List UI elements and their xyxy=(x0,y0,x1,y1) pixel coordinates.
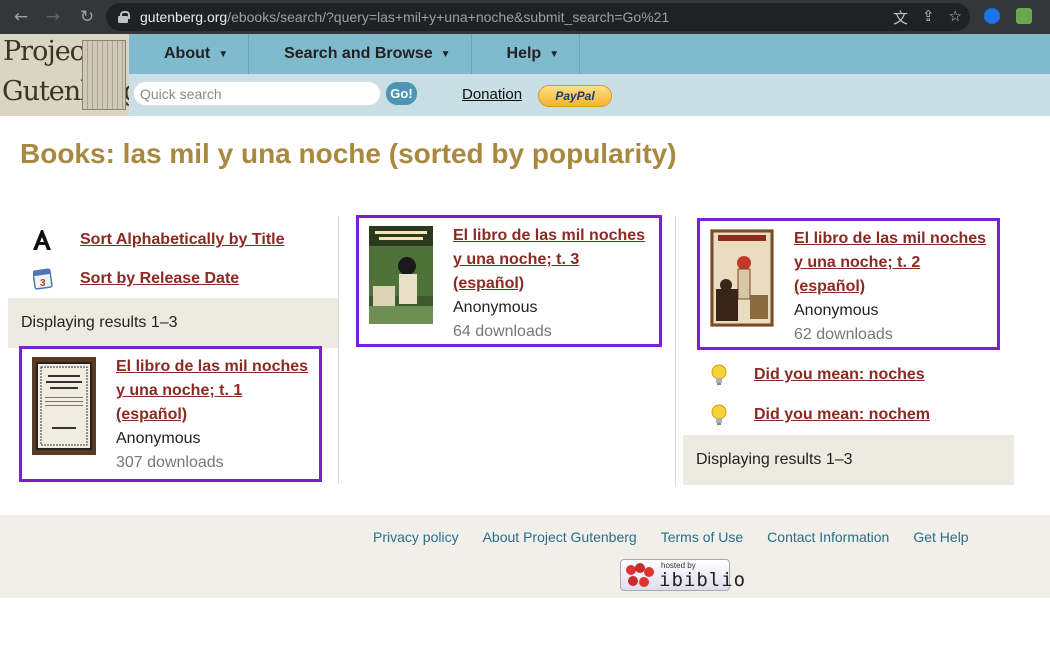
footer-link-contact[interactable]: Contact Information xyxy=(767,529,889,545)
translate-icon[interactable]: 文 xyxy=(893,7,908,28)
extension-icon[interactable] xyxy=(1016,8,1032,24)
caret-down-icon: ▼ xyxy=(218,48,229,60)
reload-icon[interactable]: ↻ xyxy=(74,4,100,30)
book-downloads: 307 downloads xyxy=(116,454,224,471)
column-divider xyxy=(338,216,339,484)
sort-release-link[interactable]: 3 Sort by Release Date xyxy=(33,268,239,290)
footer-link-about[interactable]: About Project Gutenberg xyxy=(483,529,637,545)
browser-toolbar: ← → ↻ gutenberg.org/ebooks/search/?query… xyxy=(0,0,1050,34)
footer-links: Privacy policy About Project Gutenberg T… xyxy=(373,529,993,545)
ibiblio-logo-icon xyxy=(626,563,654,587)
paypal-button[interactable]: PayPal xyxy=(538,85,612,107)
sort-alpha-link[interactable]: Sort Alphabetically by Title xyxy=(30,228,285,252)
book-result-2[interactable]: El libro de las mil noches y una noche; t… xyxy=(697,218,1000,350)
alphabet-a-icon xyxy=(33,230,51,250)
caret-down-icon: ▼ xyxy=(440,48,451,60)
share-icon[interactable]: ⇪ xyxy=(922,7,935,28)
book-title-link[interactable]: El libro de las mil noches y una noche; t… xyxy=(794,227,994,299)
bookmark-star-icon[interactable]: ☆ xyxy=(949,7,962,28)
book-cover-image[interactable] xyxy=(32,357,96,455)
caret-down-icon: ▼ xyxy=(549,48,560,60)
site-footer: Privacy policy About Project Gutenberg T… xyxy=(0,515,1050,598)
book-author: Anonymous xyxy=(116,430,201,447)
menu-help[interactable]: Help ▼ xyxy=(472,34,581,74)
lightbulb-icon xyxy=(711,404,727,425)
footer-link-help[interactable]: Get Help xyxy=(913,529,968,545)
book-result-3[interactable]: El libro de las mil noches y una noche; t… xyxy=(356,215,662,347)
book-author: Anonymous xyxy=(453,299,538,316)
forward-icon[interactable]: → xyxy=(40,4,66,30)
go-button[interactable]: Go! xyxy=(386,82,417,105)
menu-search-browse[interactable]: Search and Browse ▼ xyxy=(249,34,472,74)
quick-search-input[interactable] xyxy=(133,81,381,106)
ibiblio-badge[interactable]: hosted by ibiblio xyxy=(620,559,745,591)
lightbulb-icon xyxy=(711,364,727,385)
top-navigation: About ▼ Search and Browse ▼ Help ▼ xyxy=(129,34,1050,74)
site-header: Project Gutenberg About ▼ Search and Brow… xyxy=(0,34,1050,116)
url-text[interactable]: gutenberg.org/ebooks/search/?query=las+m… xyxy=(140,9,669,25)
search-bar: Go! Donation PayPal xyxy=(129,74,1050,116)
book-title-link[interactable]: El libro de las mil noches y una noche; t… xyxy=(116,355,316,427)
book-result-1[interactable]: El libro de las mil noches y una noche; t… xyxy=(19,346,322,482)
menu-about[interactable]: About ▼ xyxy=(129,34,250,74)
address-bar[interactable]: gutenberg.org/ebooks/search/?query=las+m… xyxy=(106,3,970,31)
results-count-bar: Displaying results 1–3 xyxy=(683,435,1014,485)
donation-link[interactable]: Donation xyxy=(462,86,522,103)
page-title: Books: las mil y una noche (sorted by po… xyxy=(20,138,677,169)
svg-text:3: 3 xyxy=(40,278,46,289)
book-author: Anonymous xyxy=(794,302,879,319)
lock-icon xyxy=(118,11,130,23)
extension-icon[interactable] xyxy=(984,8,1000,24)
calendar-icon: 3 xyxy=(33,268,53,290)
book-downloads: 62 downloads xyxy=(794,326,893,343)
results-count-bar: Displaying results 1–3 xyxy=(8,298,338,348)
back-icon[interactable]: ← xyxy=(8,4,34,30)
book-title-link[interactable]: El libro de las mil noches y una noche; t… xyxy=(453,224,653,296)
footer-link-privacy[interactable]: Privacy policy xyxy=(373,529,459,545)
did-you-mean-link[interactable]: Did you mean: noches xyxy=(710,364,925,386)
book-cover-image[interactable] xyxy=(369,226,433,324)
footer-link-terms[interactable]: Terms of Use xyxy=(661,529,743,545)
library-building-icon xyxy=(82,40,126,110)
did-you-mean-link[interactable]: Did you mean: nochem xyxy=(710,404,930,426)
book-cover-image[interactable] xyxy=(710,229,774,327)
project-gutenberg-logo[interactable]: Project Gutenberg xyxy=(0,34,129,116)
column-divider xyxy=(675,216,676,486)
book-downloads: 64 downloads xyxy=(453,323,552,340)
